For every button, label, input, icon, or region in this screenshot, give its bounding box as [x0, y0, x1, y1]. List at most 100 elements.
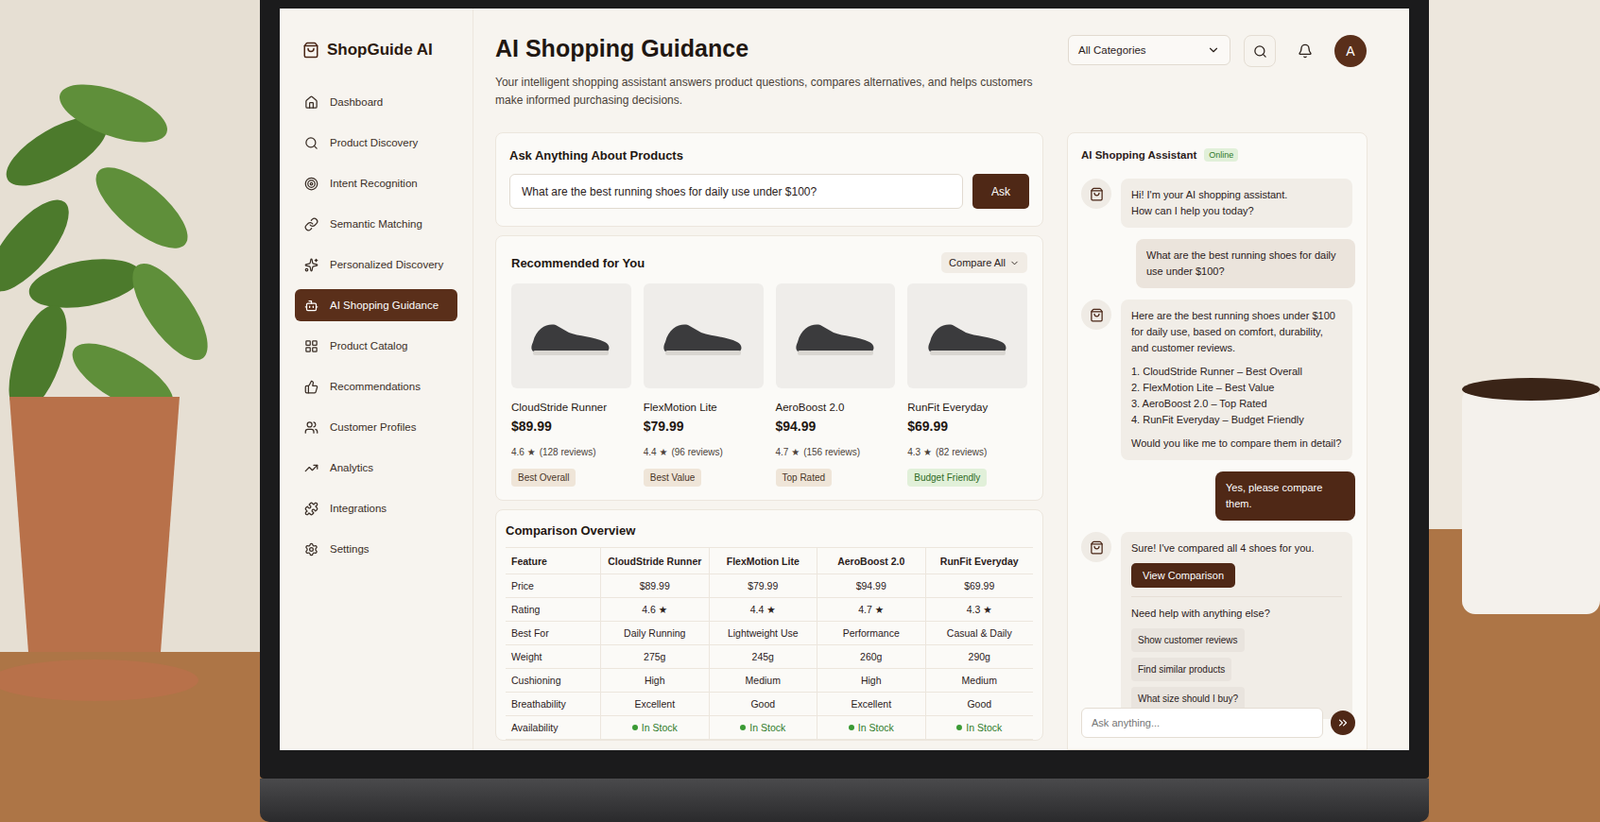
chevron-down-icon [1009, 258, 1020, 269]
sidebar-item-icon [304, 136, 319, 151]
table-cell: 4.7 ★ [816, 598, 926, 622]
send-button[interactable] [1330, 710, 1356, 736]
sidebar-item[interactable]: Personalized Discovery [294, 248, 458, 281]
status-dot [848, 724, 855, 731]
table-cell: 260g [816, 645, 926, 670]
table-cell: High [600, 669, 709, 693]
sidebar-item[interactable]: Settings [294, 533, 458, 566]
assistant-avatar [1081, 532, 1112, 563]
comparison-table: FeatureCloudStride RunnerFlexMotion Lite… [505, 547, 1033, 740]
user-avatar[interactable]: A [1334, 34, 1367, 68]
table-header: AeroBoost 2.0 [816, 548, 926, 575]
table-cell: Cushioning [505, 669, 601, 693]
table-cell: In Stock [925, 716, 1034, 740]
view-comparison-button[interactable]: View Comparison [1131, 563, 1236, 588]
recommendation-item: 4. RunFit Everyday – Budget Friendly [1131, 412, 1342, 429]
product-card[interactable]: CloudStride Runner$89.994.6 ★(128 review… [511, 283, 632, 487]
product-card[interactable]: FlexMotion Lite$79.994.4 ★(96 reviews)Be… [643, 283, 764, 487]
product-name: AeroBoost 2.0 [775, 401, 896, 413]
table-cell: 290g [925, 645, 1034, 670]
user-message: What are the best running shoes for dail… [1135, 239, 1356, 289]
category-select[interactable]: All Categories [1067, 34, 1231, 66]
sidebar-item-icon [304, 542, 319, 557]
table-cell: 4.3 ★ [925, 598, 1034, 622]
status-dot [632, 724, 638, 731]
laptop: ShopGuide AIDashboardProduct DiscoveryIn… [259, 0, 1429, 822]
sidebar-item[interactable]: Recommendations [294, 370, 458, 403]
sidebar-item[interactable]: Product Catalog [294, 329, 458, 362]
sidebar-item[interactable]: Dashboard [294, 86, 458, 119]
product-badge: Best Value [643, 468, 703, 487]
table-cell: Excellent [816, 692, 926, 717]
sidebar-item-icon [304, 258, 319, 273]
product-rating: 4.4 ★(96 reviews) [643, 447, 764, 458]
search-icon [1253, 44, 1268, 59]
status-dot [956, 724, 963, 731]
notifications-button[interactable] [1289, 34, 1322, 68]
comparison-card: Comparison Overview FeatureCloudStride Ru… [495, 509, 1044, 741]
product-name: CloudStride Runner [511, 401, 632, 413]
ask-card: Ask Anything About ProductsAsk [495, 132, 1044, 227]
table-cell: In Stock [816, 716, 926, 740]
table-header: FlexMotion Lite [708, 548, 818, 575]
send-icon [1336, 716, 1350, 730]
search-button[interactable] [1243, 34, 1276, 68]
shopping-bag-icon [302, 41, 320, 59]
product-card[interactable]: RunFit Everyday$69.994.3 ★(82 reviews)Bu… [907, 283, 1028, 487]
shoe-image [659, 313, 747, 360]
chat-input[interactable] [1081, 707, 1324, 739]
table-cell: Price [505, 574, 601, 599]
laptop-base [259, 778, 1429, 822]
ask-button[interactable]: Ask [972, 173, 1030, 209]
recommended-title: Recommended for You [511, 256, 645, 271]
sidebar-item-icon [304, 217, 319, 232]
sidebar-item[interactable]: Semantic Matching [294, 207, 458, 241]
assistant-message: Sure! I've compared all 4 shoes for you.… [1120, 532, 1353, 720]
sidebar-item[interactable]: Product Discovery [294, 126, 458, 159]
sidebar-item[interactable]: Analytics [294, 451, 458, 484]
table-cell: Medium [925, 669, 1034, 693]
sidebar-item[interactable]: AI Shopping Guidance [294, 289, 458, 322]
shoe-image [791, 313, 879, 360]
product-name: RunFit Everyday [907, 401, 1028, 413]
status-dot [739, 724, 746, 731]
table-cell: 245g [708, 645, 818, 670]
page-title: AI Shopping Guidance [495, 34, 1063, 63]
product-image [907, 283, 1028, 389]
sidebar-item[interactable]: Intent Recognition [294, 167, 458, 200]
shoe-image [924, 313, 1012, 360]
compare-all-select[interactable]: Compare All [941, 252, 1028, 274]
comparison-title: Comparison Overview [505, 523, 1033, 538]
page-description: Your intelligent shopping assistant answ… [495, 73, 1063, 110]
chat-panel: AI Shopping AssistantOnlineHi! I'm your … [1066, 132, 1368, 751]
product-image [511, 283, 632, 389]
table-header: RunFit Everyday [925, 548, 1034, 575]
suggestion-chip[interactable]: Show customer reviews [1131, 628, 1245, 653]
sidebar-item-icon [304, 339, 319, 354]
question-input[interactable] [509, 173, 964, 209]
sidebar-item[interactable]: Integrations [294, 492, 458, 525]
table-header: CloudStride Runner [600, 548, 709, 575]
table-cell: Daily Running [600, 621, 709, 646]
table-cell: Rating [505, 598, 601, 622]
sidebar: ShopGuide AIDashboardProduct DiscoveryIn… [279, 8, 474, 751]
suggestion-chip[interactable]: Find similar products [1131, 657, 1232, 682]
sidebar-item[interactable]: Customer Profiles [294, 411, 458, 444]
table-cell: $69.99 [925, 574, 1034, 599]
recommendation-item: 1. CloudStride Runner – Best Overall [1131, 363, 1342, 380]
desk-scene: ShopGuide AIDashboardProduct DiscoveryIn… [0, 0, 1600, 822]
recommendation-item: 2. FlexMotion Lite – Best Value [1131, 379, 1342, 396]
product-card[interactable]: AeroBoost 2.0$94.994.7 ★(156 reviews)Top… [775, 283, 896, 487]
sidebar-item-icon [304, 501, 319, 517]
chat-message: Here are the best running shoes under $1… [1081, 299, 1356, 461]
product-image [775, 283, 896, 389]
product-rating: 4.3 ★(82 reviews) [907, 447, 1028, 458]
assistant-message: Hi! I'm your AI shopping assistant.How c… [1120, 178, 1353, 228]
table-cell: 275g [600, 645, 709, 670]
shoe-image [527, 313, 615, 360]
chat-messages: Hi! I'm your AI shopping assistant.How c… [1081, 178, 1356, 699]
product-price: $94.99 [775, 418, 896, 434]
chat-title: AI Shopping Assistant [1081, 149, 1197, 161]
table-cell: Weight [505, 645, 601, 670]
product-rating: 4.7 ★(156 reviews) [775, 447, 896, 458]
